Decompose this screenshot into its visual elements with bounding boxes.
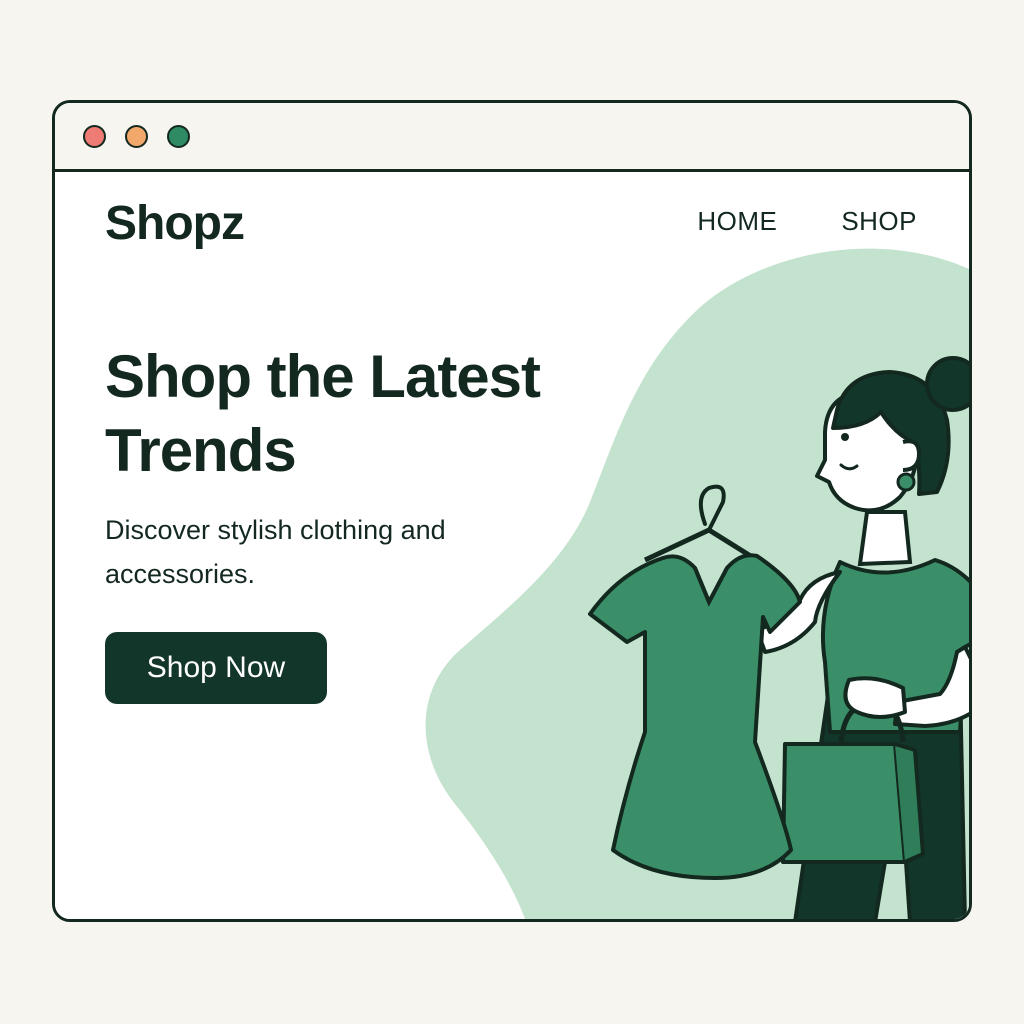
nav-shop-link[interactable]: SHOP	[841, 206, 917, 237]
ear	[902, 439, 922, 472]
shop-now-button[interactable]: Shop Now	[105, 632, 327, 704]
eye	[841, 433, 849, 441]
minimize-window-button[interactable]	[125, 125, 148, 148]
nav-home-link[interactable]: HOME	[697, 206, 777, 237]
browser-window: Shopz HOME SHOP Shop the Latest Trends D…	[52, 100, 972, 922]
maximize-window-button[interactable]	[167, 125, 190, 148]
hand-on-bag	[843, 676, 907, 719]
page-content: Shopz HOME SHOP Shop the Latest Trends D…	[55, 172, 969, 919]
shopper-illustration	[588, 356, 969, 919]
hero-subtitle: Discover stylish clothing and accessorie…	[105, 515, 446, 589]
earring	[896, 472, 916, 492]
site-logo[interactable]: Shopz	[105, 196, 245, 251]
neck	[857, 510, 913, 567]
window-titlebar	[55, 103, 969, 172]
close-window-button[interactable]	[83, 125, 106, 148]
hair-bun	[925, 356, 969, 412]
dress-icon	[588, 553, 802, 880]
main-nav: HOME SHOP	[697, 206, 917, 237]
hanger-icon	[643, 484, 759, 563]
